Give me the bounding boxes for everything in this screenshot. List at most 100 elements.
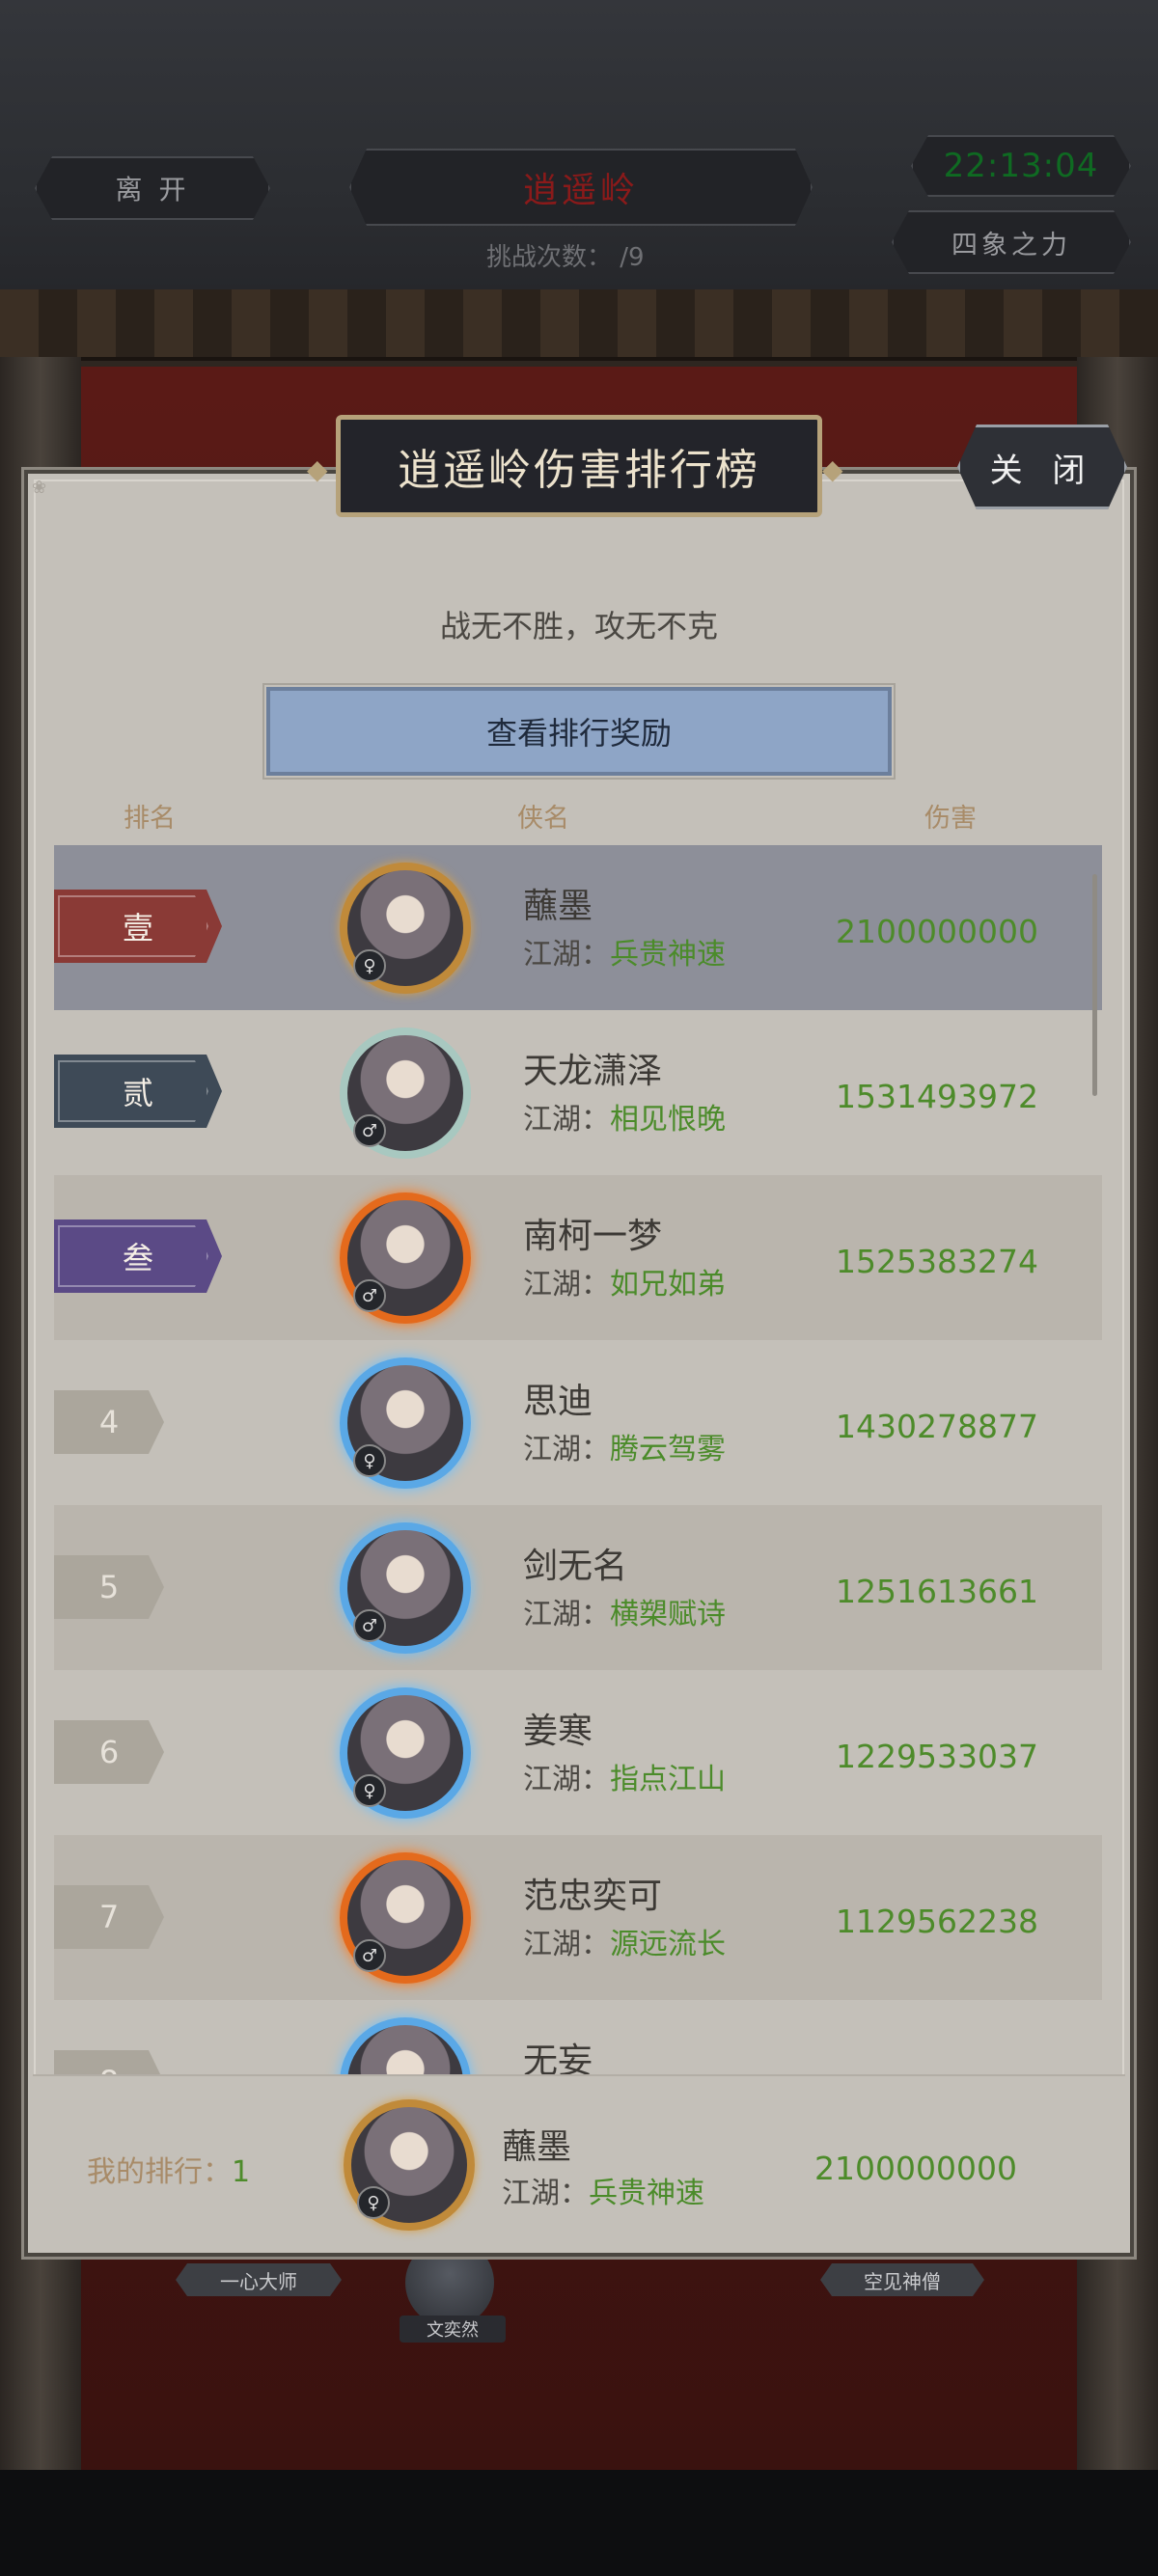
palace-beam	[0, 289, 1158, 361]
table-row[interactable]: 7 ♂ 范忠奕可 江湖：源远流长 1129562238	[54, 1835, 1102, 2000]
male-icon: ♂	[353, 1114, 386, 1147]
table-row[interactable]: 叁 ♂ 南柯一梦 江湖：如兄如弟 1525383274	[54, 1175, 1102, 1340]
player-name: 剑无名	[523, 1547, 628, 1586]
view-rewards-button[interactable]: 查看排行奖励	[262, 683, 896, 780]
rank-badge: 叁	[54, 1219, 222, 1293]
rank-number: 5	[54, 1555, 164, 1619]
player-name: 蘸墨	[523, 887, 593, 926]
npc-tag-monk[interactable]: 空见神僧	[820, 2263, 984, 2296]
title-prefix: 江湖：	[502, 2177, 589, 2210]
close-button[interactable]: 关 闭	[957, 425, 1127, 509]
table-row[interactable]: 8 ♂ 无妄	[54, 2000, 1102, 2076]
title-prefix: 江湖：	[523, 1268, 610, 1302]
leave-button[interactable]: 离 开	[35, 156, 270, 220]
four-symbols-power-button[interactable]: 四象之力	[892, 210, 1131, 274]
table-row[interactable]: 贰 ♂ 天龙潇泽 江湖：相见恨晚 1531493972	[54, 1010, 1102, 1175]
player-title: 江湖：兵贵神速	[523, 930, 726, 973]
player-title: 江湖：横槊赋诗	[523, 1590, 726, 1632]
my-rank-text: 我的排行：	[87, 2155, 232, 2189]
panel-title: 逍遥岭伤害排行榜	[336, 415, 822, 517]
npc-tag-master[interactable]: 一心大师	[176, 2263, 342, 2296]
avatar[interactable]: ♂	[340, 1522, 471, 1654]
player-name: 无妄	[523, 2042, 593, 2076]
title-value: 源远流长	[610, 1928, 726, 1961]
player-title: 江湖：相见恨晚	[523, 1095, 726, 1137]
avatar[interactable]: ♀	[340, 1687, 471, 1819]
rank-badge: 贰	[54, 1055, 222, 1128]
damage-value: 1525383274	[836, 1243, 1038, 1280]
player-title: 江湖：如兄如弟	[523, 1260, 726, 1302]
challenge-value: /9	[620, 243, 645, 272]
challenge-count: 挑战次数： /9	[486, 237, 645, 273]
rank-number: 4	[54, 1390, 164, 1454]
player-name: 天龙潇泽	[523, 1052, 663, 1091]
player-title: 江湖：源远流长	[523, 1920, 726, 1962]
rank-number: 8	[54, 2050, 164, 2076]
title-value: 横槊赋诗	[610, 1598, 726, 1631]
title-prefix: 江湖：	[523, 1103, 610, 1137]
table-row[interactable]: 4 ♀ 思迪 江湖：腾云驾雾 1430278877	[54, 1340, 1102, 1505]
female-icon: ♀	[353, 1774, 386, 1807]
title-value: 指点江山	[610, 1763, 726, 1796]
table-row[interactable]: 6 ♀ 姜寒 江湖：指点江山 1229533037	[54, 1670, 1102, 1835]
rank-number: 7	[54, 1885, 164, 1949]
male-icon: ♂	[353, 1939, 386, 1972]
stage-title: 逍遥岭	[349, 149, 813, 226]
damage-value: 2100000000	[836, 913, 1038, 950]
title-prefix: 江湖：	[523, 1763, 610, 1796]
player-name: 南柯一梦	[523, 1217, 663, 1256]
title-prefix: 江湖：	[523, 938, 610, 972]
player-name: 范忠奕可	[523, 1877, 663, 1916]
title-value: 腾云驾雾	[610, 1433, 726, 1466]
female-icon: ♀	[353, 1444, 386, 1477]
my-title: 江湖：兵贵神速	[502, 2169, 704, 2211]
title-prefix: 江湖：	[523, 1598, 610, 1631]
avatar[interactable]: ♂	[340, 2017, 471, 2076]
male-icon: ♂	[353, 1609, 386, 1642]
my-name: 蘸墨	[502, 2127, 572, 2167]
column-header-rank: 排名	[124, 804, 176, 834]
title-value: 兵贵神速	[610, 938, 726, 972]
corner-ornament: ❀	[32, 478, 47, 498]
title-ornament-left: ◆	[307, 453, 328, 485]
avatar[interactable]: ♂	[340, 1852, 471, 1984]
damage-value: 1251613661	[836, 1573, 1038, 1610]
rank-number: 6	[54, 1720, 164, 1784]
player-name: 思迪	[523, 1382, 593, 1421]
title-ornament-right: ◆	[822, 453, 843, 485]
title-value: 如兄如弟	[610, 1268, 726, 1302]
my-damage-value: 2100000000	[814, 2150, 1017, 2187]
column-header-name: 侠名	[517, 804, 569, 834]
title-prefix: 江湖：	[523, 1928, 610, 1961]
player-title: 江湖：指点江山	[523, 1755, 726, 1797]
clock: 22:13:04	[911, 135, 1131, 197]
male-icon: ♂	[353, 1279, 386, 1312]
rank-badge: 壹	[54, 890, 222, 963]
table-row[interactable]: 5 ♂ 剑无名 江湖：横槊赋诗 1251613661	[54, 1505, 1102, 1670]
damage-value: 1430278877	[836, 1408, 1038, 1445]
avatar[interactable]: ♀	[340, 863, 471, 994]
avatar[interactable]: ♀	[340, 1357, 471, 1489]
challenge-label: 挑战次数：	[486, 243, 613, 272]
player-name: 姜寒	[523, 1712, 593, 1751]
damage-value: 1531493972	[836, 1078, 1038, 1115]
avatar[interactable]: ♂	[340, 1028, 471, 1159]
player-title: 江湖：腾云驾雾	[523, 1425, 726, 1467]
my-avatar[interactable]: ♀	[344, 2099, 475, 2231]
female-icon: ♀	[353, 949, 386, 982]
avatar[interactable]: ♂	[340, 1192, 471, 1324]
list-scrollbar[interactable]	[1092, 874, 1097, 1096]
damage-value: 1129562238	[836, 1903, 1038, 1940]
female-icon: ♀	[357, 2186, 390, 2219]
bottom-strip	[0, 2470, 1158, 2576]
ranking-list[interactable]: 壹 ♀ 蘸墨 江湖：兵贵神速 2100000000 贰 ♂ 天龙潇泽 江湖：相见…	[54, 845, 1102, 2076]
my-rank-label: 我的排行：1	[87, 2148, 250, 2190]
title-prefix: 江湖：	[523, 1433, 610, 1466]
column-header-damage: 伤害	[924, 804, 977, 834]
table-row[interactable]: 壹 ♀ 蘸墨 江湖：兵贵神速 2100000000	[54, 845, 1102, 1010]
damage-value: 1229533037	[836, 1738, 1038, 1775]
my-rank-value: 1	[232, 2155, 251, 2189]
title-value: 兵贵神速	[589, 2177, 704, 2210]
motto-text: 战无不胜，攻无不克	[439, 608, 718, 644]
my-rank-bar: 我的排行：1 ♀ 蘸墨 江湖：兵贵神速 2100000000	[33, 2074, 1125, 2250]
